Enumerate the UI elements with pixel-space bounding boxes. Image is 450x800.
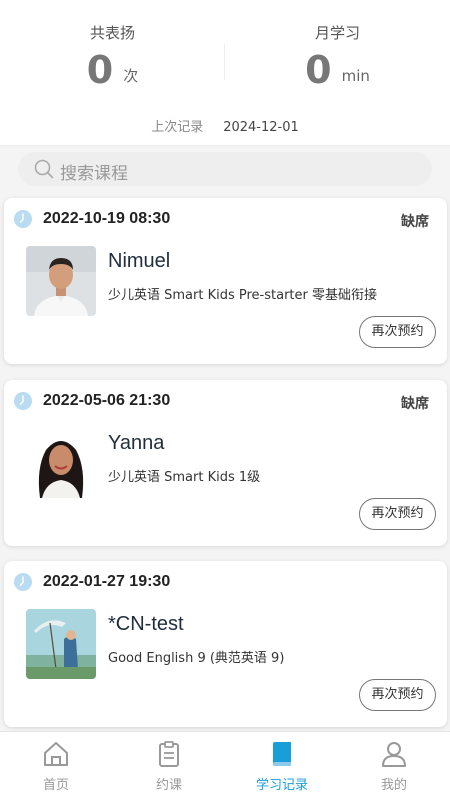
teacher-name: Yanna bbox=[108, 432, 165, 454]
praise-value-row: 0次 bbox=[0, 48, 225, 92]
monthly-study-label: 月学习 bbox=[314, 24, 360, 42]
tab-book-class-label: 约课 bbox=[155, 778, 182, 793]
praise-unit: 次 bbox=[123, 66, 139, 85]
search-input[interactable]: 搜索课程 bbox=[18, 152, 432, 186]
rebook-button[interactable]: 再次预约 bbox=[359, 679, 436, 711]
record-datetime: 2022-01-27 19:30 bbox=[43, 573, 171, 590]
teacher-photo bbox=[26, 609, 96, 679]
record-datetime: 2022-05-06 21:30 bbox=[43, 392, 171, 409]
praise-label: 共表扬 bbox=[89, 24, 135, 42]
user-icon bbox=[382, 742, 406, 767]
clock-icon bbox=[14, 392, 32, 410]
last-record-label: 上次记录 bbox=[151, 120, 204, 135]
clock-icon bbox=[14, 210, 32, 228]
course-name: 少儿英语 Smart Kids Pre-starter 零基础衔接 bbox=[108, 288, 377, 303]
teacher-avatar bbox=[26, 428, 96, 498]
book-icon bbox=[273, 742, 291, 766]
teacher-name: *CN-test bbox=[108, 613, 184, 635]
stats-header: 共表扬 0次 月学习 0 min 上次记录 2024-12-01 bbox=[0, 0, 450, 146]
tab-home-label: 首页 bbox=[42, 778, 69, 793]
teacher-avatar bbox=[26, 246, 96, 316]
bottom-tab-bar: 首页 约课 学习记录 我的 bbox=[0, 731, 450, 800]
attendance-status: 缺席 bbox=[401, 214, 429, 230]
tab-profile-label: 我的 bbox=[380, 778, 407, 793]
tab-study-records-label: 学习记录 bbox=[255, 778, 308, 793]
tab-book-class[interactable]: 约课 bbox=[113, 732, 225, 800]
praise-count: 0 bbox=[86, 48, 114, 92]
rebook-button[interactable]: 再次预约 bbox=[359, 498, 436, 530]
clipboard-icon bbox=[159, 741, 179, 767]
monthly-study-unit: min bbox=[341, 66, 370, 85]
course-name: Good English 9 (典范英语 9) bbox=[108, 651, 285, 666]
search-placeholder: 搜索课程 bbox=[60, 164, 128, 184]
teacher-photo bbox=[26, 246, 96, 316]
record-card[interactable]: 2022-05-06 21:30 缺席 Yanna 少儿英语 Smart Kid… bbox=[4, 380, 447, 546]
monthly-study-minutes: 0 bbox=[305, 48, 332, 92]
record-datetime: 2022-10-19 08:30 bbox=[43, 210, 171, 227]
teacher-avatar bbox=[26, 609, 96, 679]
attendance-status: 缺席 bbox=[401, 396, 429, 412]
monthly-study-value-row: 0 min bbox=[225, 48, 450, 92]
teacher-name: Nimuel bbox=[108, 250, 171, 272]
tab-study-records[interactable]: 学习记录 bbox=[226, 732, 338, 800]
home-icon bbox=[44, 742, 68, 766]
search-icon bbox=[34, 159, 54, 179]
course-name: 少儿英语 Smart Kids 1级 bbox=[108, 470, 261, 485]
rebook-button[interactable]: 再次预约 bbox=[359, 316, 436, 348]
last-record-date: 2024-12-01 bbox=[223, 120, 299, 135]
last-record: 上次记录 2024-12-01 bbox=[0, 116, 450, 135]
tab-profile[interactable]: 我的 bbox=[338, 732, 450, 800]
clock-icon bbox=[14, 573, 32, 591]
tab-home[interactable]: 首页 bbox=[0, 732, 112, 800]
record-card[interactable]: 2022-10-19 08:30 缺席 Nimuel 少儿英语 Smart Ki… bbox=[4, 198, 447, 364]
teacher-photo bbox=[26, 428, 96, 498]
record-card[interactable]: 2022-01-27 19:30 *CN-test Good English 9… bbox=[4, 561, 447, 727]
